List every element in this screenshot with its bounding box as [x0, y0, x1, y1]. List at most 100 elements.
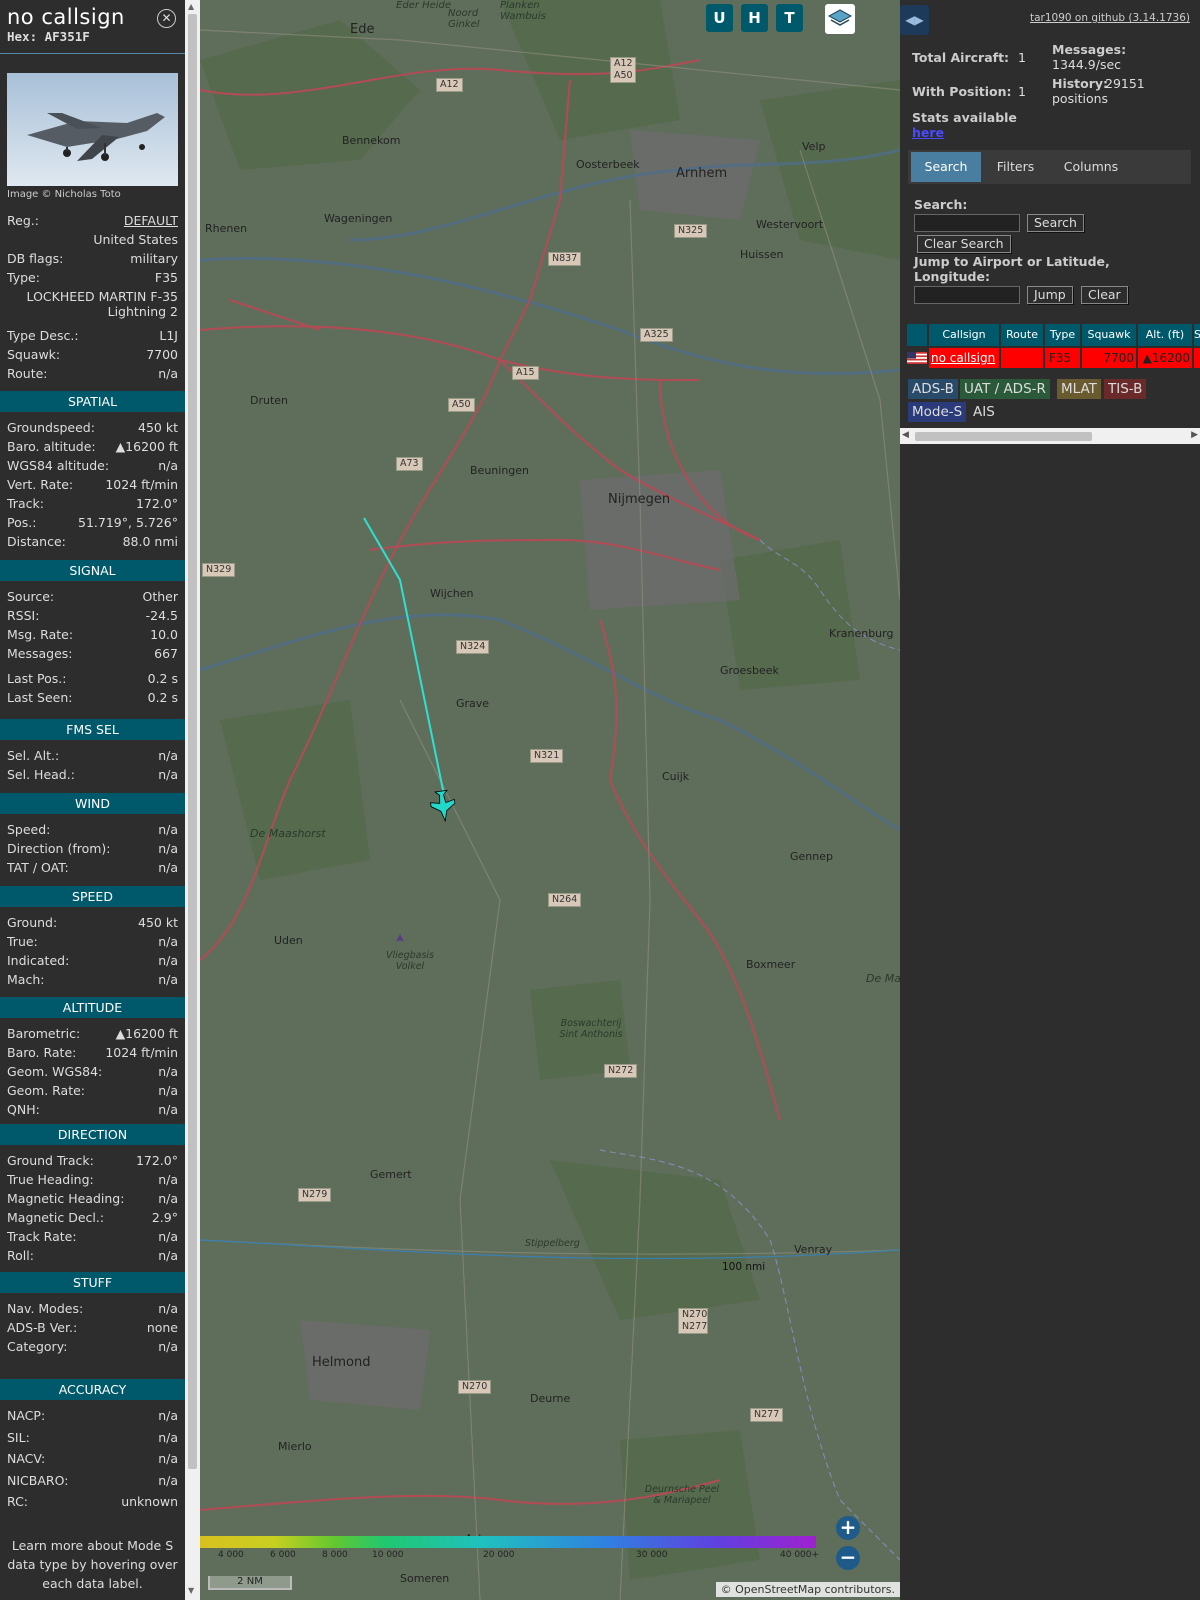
info-row-label[interactable]: Ground: — [7, 914, 57, 932]
clear-jump-button[interactable]: Clear — [1081, 286, 1128, 304]
scroll-up-icon[interactable]: ▲ — [188, 2, 194, 11]
info-row-value: n/a — [158, 748, 178, 763]
info-row-label[interactable]: Track: — [7, 495, 44, 513]
close-icon[interactable]: ✕ — [157, 9, 176, 28]
map-attribution[interactable]: © OpenStreetMap contributors. — [715, 1582, 900, 1597]
place-label: Deurne — [530, 1392, 571, 1405]
info-row-label[interactable]: Track Rate: — [7, 1228, 77, 1246]
place-label: Noord Ginkel — [448, 8, 480, 30]
scroll-left-icon[interactable]: ◀ — [902, 430, 909, 440]
info-row-label[interactable]: Baro. altitude: — [7, 438, 96, 456]
search-button[interactable]: Search — [1027, 214, 1084, 232]
info-row-label[interactable]: Pos.: — [7, 514, 36, 532]
info-row-label[interactable]: Sel. Alt.: — [7, 747, 59, 765]
row-callsign[interactable]: no callsign — [929, 348, 999, 368]
info-row-value: n/a — [158, 1248, 178, 1263]
toggle-u-button[interactable]: U — [706, 4, 733, 32]
scale-bar-label: 2 NM — [237, 1576, 263, 1587]
info-row-label[interactable]: Nav. Modes: — [7, 1300, 83, 1318]
info-row-label[interactable]: Magnetic Heading: — [7, 1190, 124, 1208]
table-header-type[interactable]: Type — [1045, 324, 1080, 346]
info-row-label[interactable]: NACV: — [7, 1450, 45, 1468]
github-link[interactable]: tar1090 on github (3.14.1736) — [1030, 12, 1190, 24]
info-row-label[interactable]: Geom. WGS84: — [7, 1063, 102, 1081]
badge-ais[interactable]: AIS — [969, 402, 999, 422]
info-row-label[interactable]: Geom. Rate: — [7, 1082, 85, 1100]
info-row-label[interactable]: Source: — [7, 588, 54, 606]
badge-adsb[interactable]: ADS-B — [908, 379, 958, 399]
info-row-label[interactable]: Groundspeed: — [7, 419, 95, 437]
info-row: Category: n/a — [7, 1338, 178, 1356]
zoom-out-icon[interactable]: − — [836, 1546, 860, 1570]
info-row-label[interactable]: ADS-B Ver.: — [7, 1319, 77, 1337]
horizontal-scrollbar[interactable]: ◀ ▶ — [900, 428, 1200, 444]
road-label: N272 — [604, 1064, 638, 1078]
info-row-label[interactable]: RC: — [7, 1493, 28, 1511]
info-row-label[interactable]: NACP: — [7, 1407, 45, 1425]
table-header-callsign[interactable]: Callsign — [929, 324, 999, 346]
toggle-h-button[interactable]: H — [741, 4, 768, 32]
scroll-thumb[interactable] — [188, 14, 197, 1469]
info-row-value: 51.719°, 5.726° — [78, 515, 178, 530]
toggle-t-button[interactable]: T — [776, 4, 803, 32]
info-row-label[interactable]: Roll: — [7, 1247, 34, 1265]
attribution-text[interactable]: © OpenStreetMap contributors. — [721, 1583, 895, 1596]
badge-tisb[interactable]: TIS-B — [1104, 379, 1147, 399]
scroll-down-icon[interactable]: ▼ — [188, 1586, 194, 1595]
info-row-label[interactable]: True: — [7, 933, 38, 951]
search-input[interactable] — [914, 214, 1020, 232]
info-row-label[interactable]: Msg. Rate: — [7, 626, 73, 644]
table-header-speed[interactable]: S — [1194, 324, 1200, 346]
tab-filters[interactable]: Filters — [984, 152, 1047, 182]
info-row-label[interactable]: RSSI: — [7, 607, 39, 625]
info-row-label[interactable]: Mach: — [7, 971, 44, 989]
road-label: N270 — [458, 1380, 492, 1394]
info-row-value: F35 — [154, 270, 178, 285]
info-row: NICBARO: n/a — [7, 1472, 178, 1490]
badge-modes[interactable]: Mode-S — [908, 402, 967, 422]
table-header-squawk[interactable]: Squawk — [1082, 324, 1136, 346]
info-row-label[interactable]: SIL: — [7, 1429, 30, 1447]
info-row-label[interactable]: Last Pos.: — [7, 670, 66, 688]
jump-input[interactable] — [914, 286, 1020, 304]
info-row-label[interactable]: WGS84 altitude: — [7, 457, 109, 475]
info-row: True: n/a — [7, 933, 178, 951]
info-row-label[interactable]: Category: — [7, 1338, 67, 1356]
place-label: Cuijk — [662, 770, 690, 783]
info-row-label[interactable]: QNH: — [7, 1101, 40, 1119]
aircraft-photo[interactable] — [7, 73, 178, 186]
table-header-altitude[interactable]: Alt. (ft) — [1138, 324, 1192, 346]
expand-split-icon[interactable]: ◀▶ — [900, 5, 929, 35]
info-row-label[interactable]: NICBARO: — [7, 1472, 68, 1490]
layers-icon[interactable] — [825, 4, 855, 34]
clear-search-button[interactable]: Clear Search — [917, 235, 1011, 253]
info-row-label[interactable]: True Heading: — [7, 1171, 94, 1189]
h-scroll-thumb[interactable] — [915, 432, 1092, 441]
info-row-label[interactable]: Speed: — [7, 821, 50, 839]
info-row-label[interactable]: Direction (from): — [7, 840, 111, 858]
stats-link[interactable]: here — [912, 125, 944, 140]
zoom-in-icon[interactable]: + — [836, 1516, 860, 1540]
badge-uat[interactable]: UAT / ADS-R — [960, 379, 1050, 399]
info-scrollbar[interactable]: ▲ ▼ — [185, 0, 200, 1600]
info-row-label[interactable]: Indicated: — [7, 952, 69, 970]
info-row-label[interactable]: Vert. Rate: — [7, 476, 73, 494]
tab-search[interactable]: Search — [911, 152, 981, 182]
info-row-label[interactable]: Baro. Rate: — [7, 1044, 76, 1062]
info-row-label[interactable]: Sel. Head.: — [7, 766, 75, 784]
jump-button[interactable]: Jump — [1027, 286, 1073, 304]
info-row-label[interactable]: Barometric: — [7, 1025, 80, 1043]
scroll-right-icon[interactable]: ▶ — [1191, 430, 1198, 440]
badge-mlat[interactable]: MLAT — [1057, 379, 1101, 399]
table-row[interactable]: no callsign F35 7700 ▲16200 — [907, 348, 1200, 368]
info-row-value[interactable]: DEFAULT — [124, 212, 178, 230]
info-row-label[interactable]: Ground Track: — [7, 1152, 94, 1170]
info-row-label[interactable]: Distance: — [7, 533, 66, 551]
info-row-label[interactable]: Messages: — [7, 645, 73, 663]
info-row-label[interactable]: TAT / OAT: — [7, 859, 69, 877]
info-row-label[interactable]: Last Seen: — [7, 689, 72, 707]
tab-columns[interactable]: Columns — [1050, 152, 1132, 182]
map-view[interactable]: Ede Bennekom Oosterbeek Arnhem Rhenen Wa… — [200, 0, 900, 1600]
info-row-label[interactable]: Magnetic Decl.: — [7, 1209, 104, 1227]
table-header-route[interactable]: Route — [1001, 324, 1043, 346]
